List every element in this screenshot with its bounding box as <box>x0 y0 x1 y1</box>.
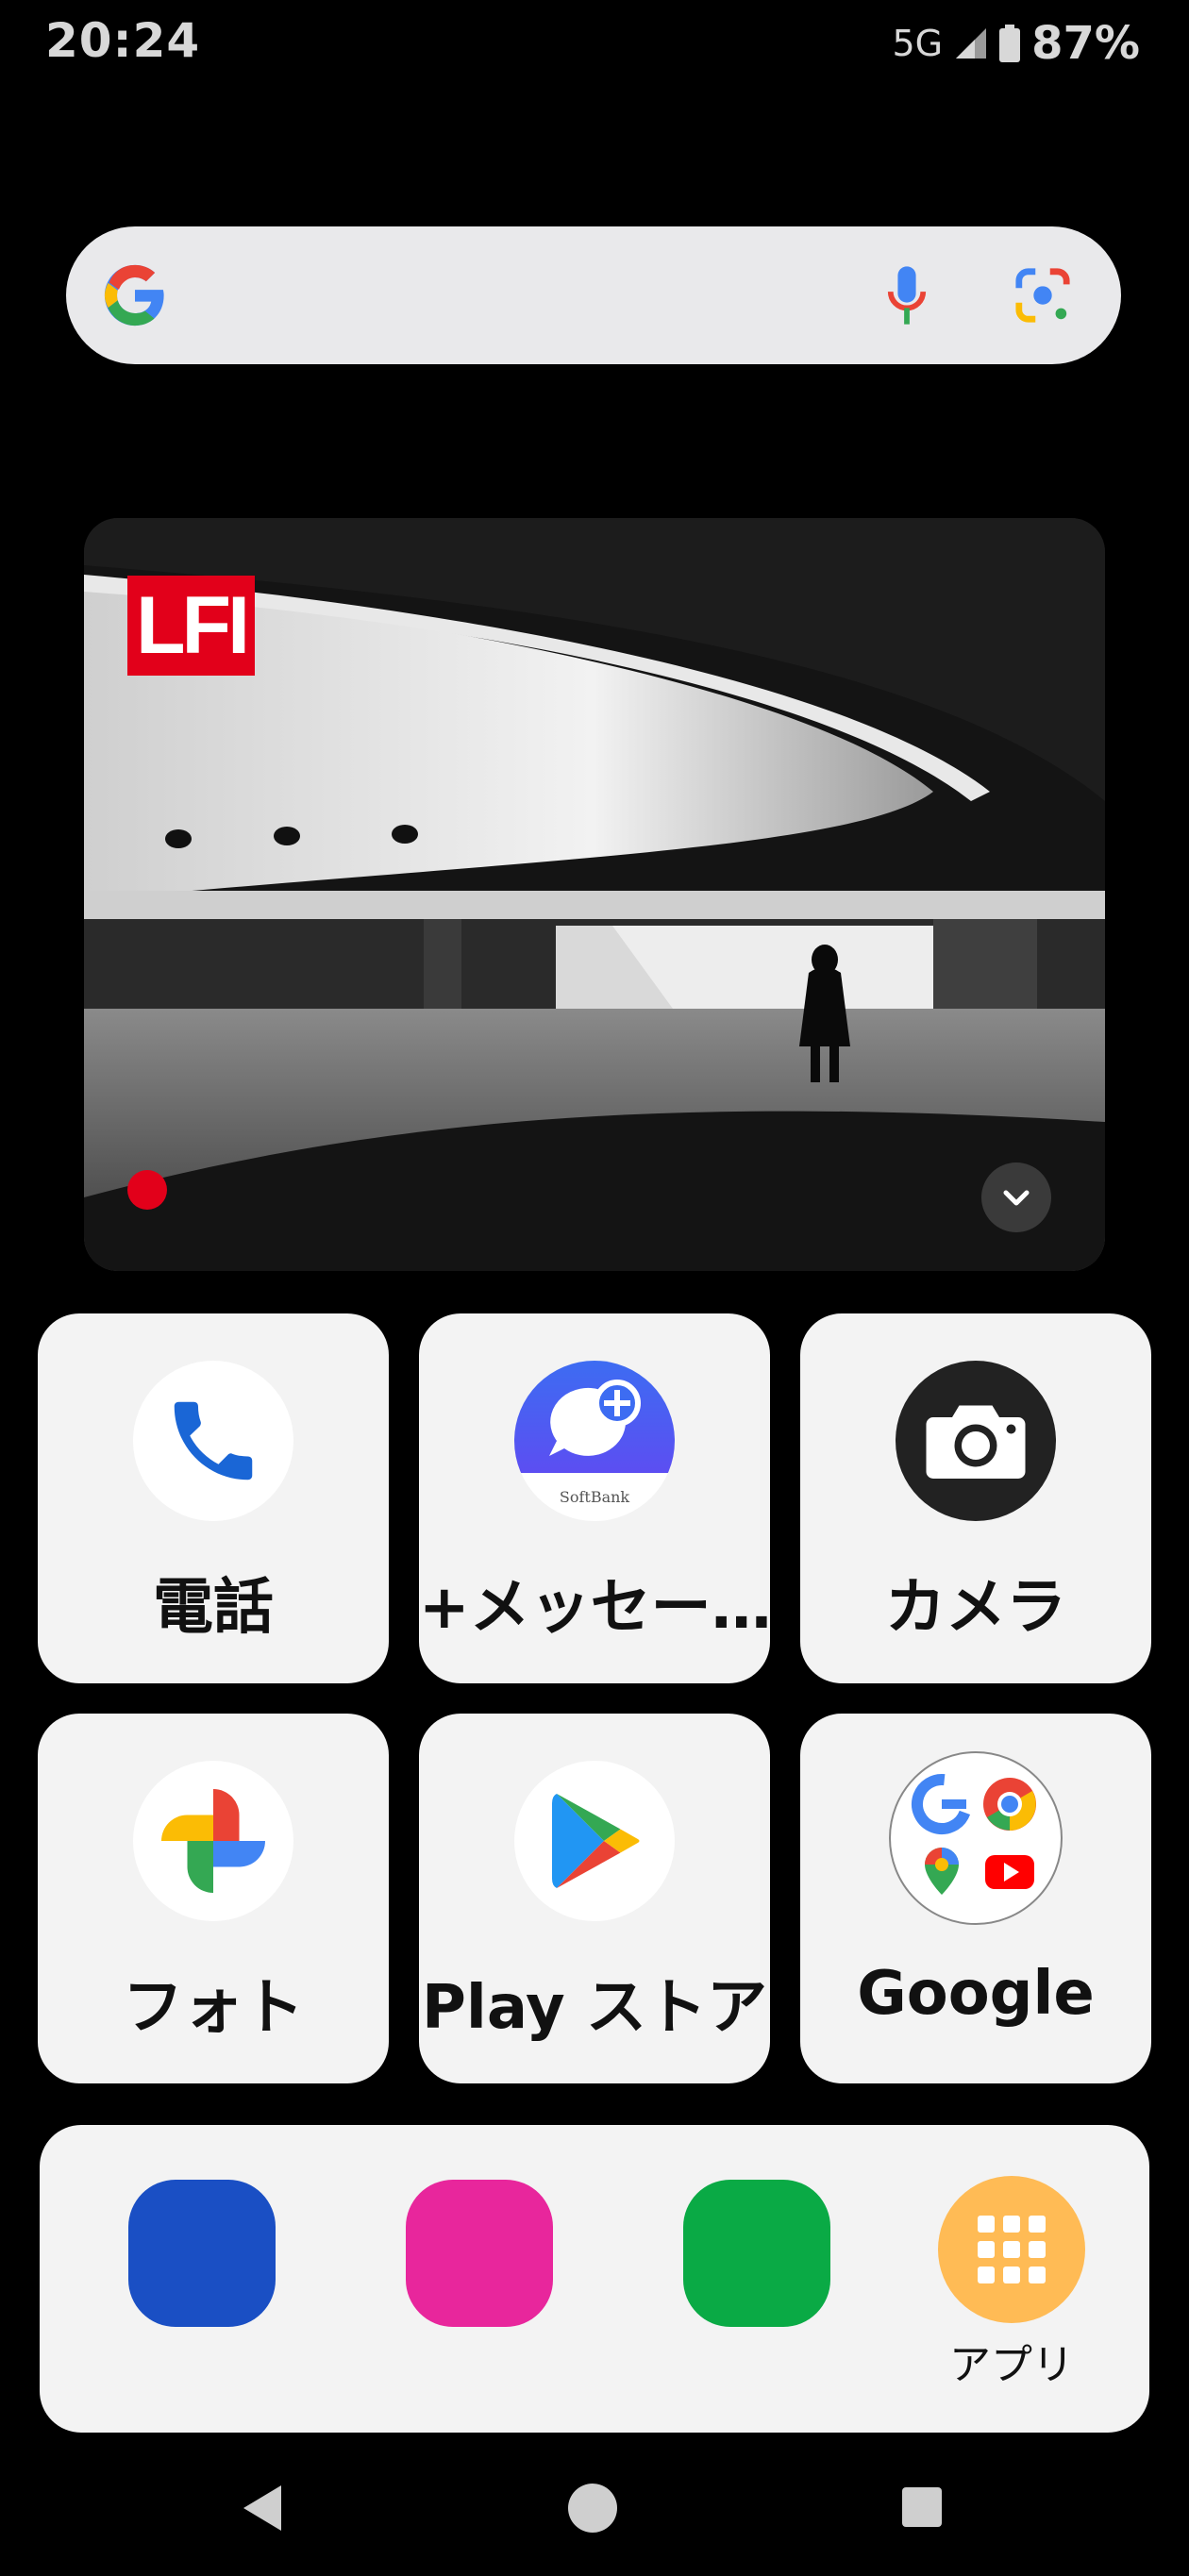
chevron-down-icon <box>1003 1190 1030 1206</box>
expand-button[interactable] <box>981 1163 1051 1232</box>
camera-icon <box>896 1361 1056 1521</box>
photos-icon <box>133 1761 293 1921</box>
back-icon[interactable] <box>238 2482 285 2534</box>
leica-logo <box>127 1170 167 1210</box>
softbank-label: SoftBank <box>559 1488 630 1506</box>
battery-icon <box>999 25 1021 62</box>
lfi-badge: LFI <box>127 576 255 676</box>
lens-icon[interactable] <box>1013 266 1072 325</box>
play-store-icon <box>514 1761 675 1921</box>
mic-icon[interactable] <box>885 262 929 328</box>
app-label: +メッセー… <box>419 1573 770 1643</box>
app-tile-camera[interactable]: カメラ <box>800 1313 1151 1683</box>
app-label: カメラ <box>885 1573 1066 1643</box>
app-label: Google <box>857 1959 1095 2029</box>
google-folder-icon <box>889 1751 1063 1925</box>
dock-shortcut-pink[interactable] <box>406 2180 553 2327</box>
recents-icon[interactable] <box>900 2485 944 2529</box>
app-tile-phone[interactable]: 電話 <box>38 1313 389 1683</box>
phone-icon <box>133 1361 293 1521</box>
app-label: 電話 <box>153 1573 274 1643</box>
status-icons: 5G 87% <box>892 17 1140 70</box>
google-search-bar[interactable] <box>66 226 1121 364</box>
app-label: Play ストア <box>421 1973 768 2043</box>
app-tile-google-folder[interactable]: Google <box>800 1714 1151 2083</box>
app-label: フォト <box>123 1973 304 2043</box>
app-tile-messages[interactable]: SoftBank +メッセー… <box>419 1313 770 1683</box>
home-icon[interactable] <box>566 2482 619 2534</box>
google-g-icon <box>104 264 164 326</box>
network-type: 5G <box>892 23 944 64</box>
signal-icon <box>956 28 987 59</box>
app-tile-play-store[interactable]: Play ストア <box>419 1714 770 2083</box>
grid-icon <box>978 2216 1046 2283</box>
message-icon: SoftBank <box>514 1361 675 1521</box>
dock-shortcut-green[interactable] <box>683 2180 830 2327</box>
status-time: 20:24 <box>45 13 201 68</box>
dock: アプリ <box>40 2125 1149 2433</box>
battery-percent: 87% <box>1031 17 1140 70</box>
app-drawer-button[interactable] <box>938 2176 1085 2323</box>
app-drawer-label: アプリ <box>949 2341 1074 2389</box>
dock-shortcut-blue[interactable] <box>128 2180 276 2327</box>
app-tile-photos[interactable]: フォト <box>38 1714 389 2083</box>
